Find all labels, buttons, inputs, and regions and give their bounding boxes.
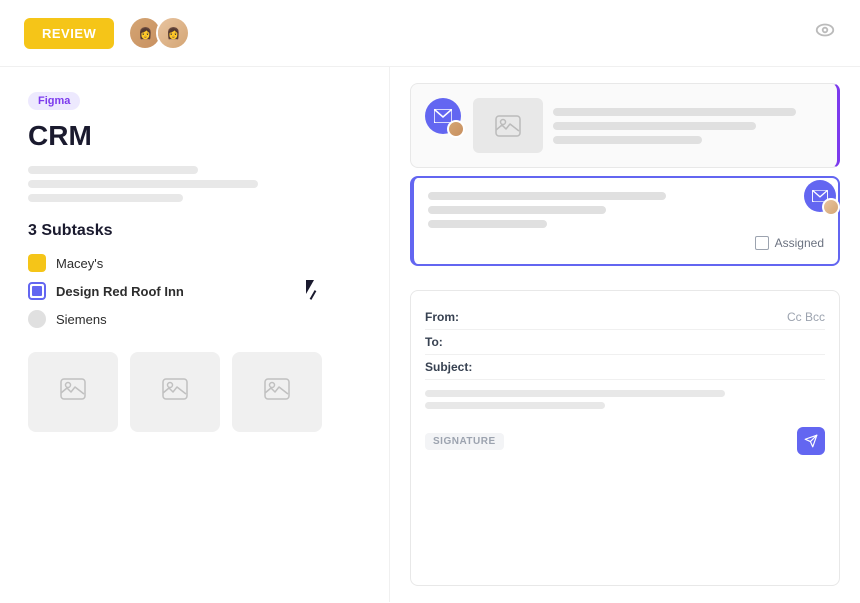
description-lines (28, 166, 361, 202)
avatar-image-2: 👩 (158, 18, 188, 48)
assigned-checkbox[interactable] (755, 236, 769, 250)
signature-badge[interactable]: SIGNATURE (425, 433, 504, 450)
top-bar-left: REVIEW 👩 👩 (24, 16, 190, 50)
figma-badge: Figma (28, 92, 80, 110)
thumbnails-row (28, 352, 361, 432)
email-compose: From: Cc Bcc To: Subject: SIGNATURE (410, 290, 840, 586)
thumbnail-2[interactable] (130, 352, 220, 432)
desc-line-1 (28, 166, 198, 174)
card2-line-3 (428, 220, 547, 228)
email-cards: Assigned (410, 83, 840, 274)
desc-line-3 (28, 194, 183, 202)
assigned-label: Assigned (775, 236, 824, 250)
card-text-lines-1 (553, 98, 823, 153)
top-bar: REVIEW 👩 👩 (0, 0, 860, 67)
send-button[interactable] (797, 427, 825, 455)
email-card-2[interactable]: Assigned (410, 176, 840, 266)
subtask-label-design: Design Red Roof Inn (56, 284, 184, 299)
thumbnail-3[interactable] (232, 352, 322, 432)
email-card2-avatar (804, 180, 836, 212)
card-image-box-1 (473, 98, 543, 153)
subtask-design-red-roof[interactable]: Design Red Roof Inn (28, 282, 361, 300)
thumbnail-image-icon-1 (60, 378, 86, 406)
compose-from-field: From: Cc Bcc (425, 305, 825, 330)
subtask-siemens[interactable]: Siemens (28, 310, 361, 328)
email-card2-user-photo (822, 198, 840, 216)
subtask-icon-yellow (28, 254, 46, 272)
card2-line-2 (428, 206, 606, 214)
subtasks-heading: 3 Subtasks (28, 222, 361, 240)
email-avatar-user (447, 120, 465, 138)
compose-body[interactable] (425, 380, 825, 419)
card2-line-1 (428, 192, 666, 200)
card2-lines (428, 192, 824, 228)
card-line-3 (553, 136, 702, 144)
to-label: To: (425, 335, 475, 349)
assigned-row: Assigned (428, 236, 824, 250)
thumbnail-image-icon-3 (264, 378, 290, 406)
visibility-icon[interactable] (814, 19, 836, 47)
subtask-icon-gray (28, 310, 46, 328)
avatar-2: 👩 (156, 16, 190, 50)
compose-footer: SIGNATURE (425, 427, 825, 455)
main-content: Figma CRM 3 Subtasks Macey's Design Red … (0, 67, 860, 602)
subtask-maceys[interactable]: Macey's (28, 254, 361, 272)
from-label: From: (425, 310, 475, 324)
thumbnail-image-icon-2 (162, 378, 188, 406)
subject-label: Subject: (425, 360, 475, 374)
desc-line-2 (28, 180, 258, 188)
email-card-1[interactable] (410, 83, 840, 168)
crm-title: CRM (28, 120, 361, 152)
cc-bcc-label[interactable]: Cc Bcc (787, 310, 825, 324)
subtasks-list: Macey's Design Red Roof Inn Siemens (28, 254, 361, 328)
thumbnail-1[interactable] (28, 352, 118, 432)
subtask-label-maceys: Macey's (56, 256, 103, 271)
subtask-label-siemens: Siemens (56, 312, 107, 327)
subtask-icon-blue (28, 282, 46, 300)
left-panel: Figma CRM 3 Subtasks Macey's Design Red … (0, 67, 390, 602)
body-line-1 (425, 390, 725, 397)
avatars: 👩 👩 (128, 16, 190, 50)
card-line-1 (553, 108, 796, 116)
card-line-2 (553, 122, 756, 130)
compose-subject-field[interactable]: Subject: (425, 355, 825, 380)
email-avatar-1 (425, 98, 461, 134)
right-panel: Assigned From: Cc Bcc To: Subject: SIGNA… (390, 67, 860, 602)
body-line-2 (425, 402, 605, 409)
review-button[interactable]: REVIEW (24, 18, 114, 49)
compose-to-field[interactable]: To: (425, 330, 825, 355)
card-content-1 (473, 98, 823, 153)
